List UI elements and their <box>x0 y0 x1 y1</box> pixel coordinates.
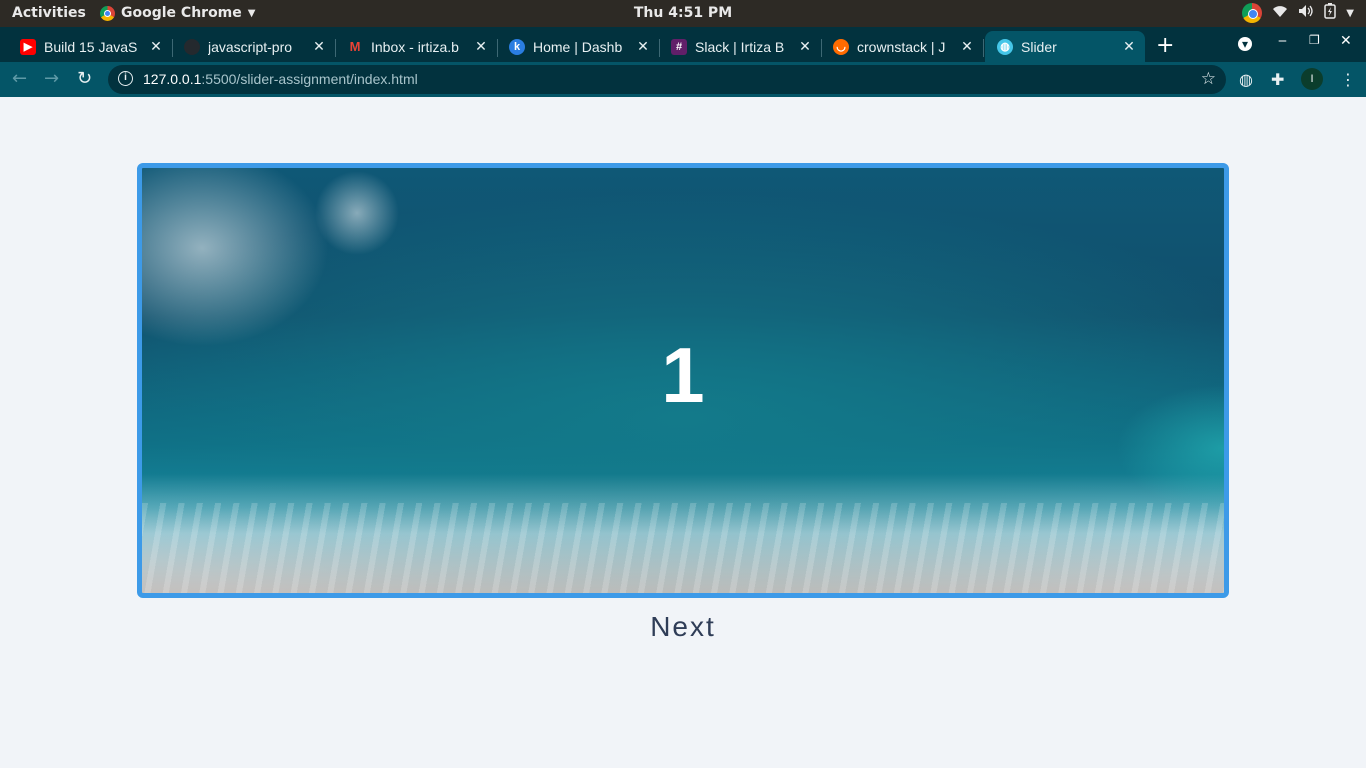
tab-slider[interactable]: ◍ Slider ✕ <box>985 31 1145 62</box>
reload-icon[interactable]: ↻ <box>77 68 92 89</box>
close-icon[interactable]: ✕ <box>146 38 166 55</box>
chevron-down-icon: ▼ <box>1346 7 1354 19</box>
close-icon[interactable]: ✕ <box>633 38 653 55</box>
activities-button[interactable]: Activities <box>12 5 86 21</box>
volume-icon <box>1298 4 1314 22</box>
minimize-icon[interactable]: ‒ <box>1278 33 1287 49</box>
clock[interactable]: Thu 4:51 PM <box>634 5 732 21</box>
app-menu[interactable]: Google Chrome ▼ <box>100 5 255 21</box>
close-icon[interactable]: ✕ <box>309 38 329 55</box>
system-tray[interactable]: ▼ <box>1242 3 1354 23</box>
star-icon[interactable]: ☆ <box>1201 69 1216 89</box>
tab-title: Slack | Irtiza B <box>695 38 785 55</box>
more-menu-icon[interactable]: ⋮ <box>1340 70 1356 89</box>
forward-arrow-icon[interactable]: → <box>44 68 59 89</box>
url-host: 127.0.0.1 <box>143 71 202 87</box>
tab-title: javascript-pro <box>208 38 293 55</box>
browser-toolbar: ← → ↻ i 127.0.0.1:5500/slider-assignment… <box>0 62 1366 97</box>
github-icon <box>184 38 200 55</box>
slider-frame: 1 <box>137 163 1229 598</box>
tab-title: Build 15 JavaS <box>44 38 138 55</box>
tab-youtube[interactable]: ▶ Build 15 JavaS ✕ <box>8 31 173 62</box>
url-path: :5500/slider-assignment/index.html <box>201 71 418 87</box>
slack-icon: # <box>671 38 687 55</box>
wifi-icon <box>1272 4 1288 22</box>
close-icon[interactable]: ✕ <box>1119 38 1139 55</box>
url-text[interactable]: 127.0.0.1:5500/slider-assignment/index.h… <box>143 71 418 87</box>
close-icon[interactable]: ✕ <box>795 38 815 55</box>
maximize-icon[interactable]: ❐ <box>1309 33 1320 47</box>
chrome-tray-icon[interactable] <box>1242 3 1263 23</box>
ocean-image <box>142 503 1224 593</box>
k-icon: k <box>509 38 525 55</box>
crownstack-icon: ◡ <box>833 38 849 55</box>
puzzle-icon[interactable]: ✚ <box>1271 70 1284 89</box>
close-icon[interactable]: ✕ <box>957 38 977 55</box>
chevron-down-icon: ▼ <box>247 7 256 19</box>
slide-number: 1 <box>661 331 705 419</box>
tab-crownstack[interactable]: ◡ crownstack | J ✕ <box>821 31 984 62</box>
tab-dashboard[interactable]: k Home | Dashb ✕ <box>497 31 660 62</box>
tab-gmail[interactable]: M Inbox - irtiza.b ✕ <box>335 31 498 62</box>
battery-icon <box>1324 3 1337 23</box>
app-name: Google Chrome <box>121 5 242 21</box>
globe-icon: ◍ <box>997 38 1013 55</box>
back-arrow-icon[interactable]: ← <box>12 68 27 89</box>
tab-github[interactable]: javascript-pro ✕ <box>172 31 336 62</box>
youtube-icon: ▶ <box>20 38 36 55</box>
tab-search-icon[interactable]: ▾ <box>1238 37 1252 51</box>
system-top-bar: Activities Google Chrome ▼ Thu 4:51 PM ▼ <box>0 0 1366 27</box>
tab-slack[interactable]: # Slack | Irtiza B ✕ <box>659 31 822 62</box>
tab-title: Inbox - irtiza.b <box>371 38 459 55</box>
info-icon[interactable]: i <box>118 71 133 86</box>
new-tab-icon[interactable]: + <box>1156 33 1174 58</box>
next-button[interactable]: Next <box>0 611 1366 643</box>
tab-title: crownstack | J <box>857 38 946 55</box>
tab-title: Home | Dashb <box>533 38 623 55</box>
globe-extension-icon[interactable]: ◍ <box>1239 70 1253 89</box>
close-icon[interactable]: ✕ <box>471 38 491 55</box>
chrome-icon <box>100 5 115 21</box>
close-window-icon[interactable]: ✕ <box>1340 33 1352 49</box>
address-bar[interactable]: i 127.0.0.1:5500/slider-assignment/index… <box>108 65 1226 94</box>
tab-title: Slider <box>1021 38 1057 55</box>
gmail-icon: M <box>349 39 361 54</box>
avatar[interactable]: I <box>1301 68 1323 90</box>
